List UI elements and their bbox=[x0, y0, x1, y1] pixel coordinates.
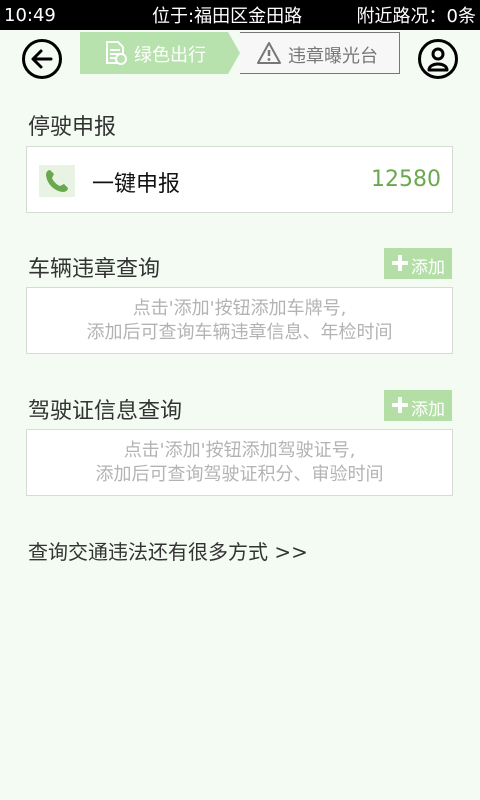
section-title-license: 驾驶证信息查询 bbox=[28, 399, 183, 424]
plus-icon bbox=[392, 255, 408, 271]
add-vehicle-button[interactable]: 添加 bbox=[384, 248, 452, 279]
one-key-report-card[interactable]: 一键申报 12580 bbox=[26, 146, 453, 213]
section-title-vehicle: 车辆违章查询 bbox=[28, 257, 161, 282]
tab-green-travel-label: 绿色出行 bbox=[134, 45, 206, 66]
add-license-button[interactable]: 添加 bbox=[384, 390, 452, 421]
back-button[interactable] bbox=[22, 39, 62, 79]
tab-green-travel[interactable]: 绿色出行 bbox=[80, 32, 240, 74]
status-time: 10:49 bbox=[4, 4, 56, 26]
license-hint-line1: 点击'添加'按钮添加驾驶证号, bbox=[123, 440, 356, 461]
warning-icon bbox=[257, 42, 281, 64]
tab-violation-exposure[interactable]: 违章曝光台 bbox=[240, 32, 400, 74]
section-title-report: 停驶申报 bbox=[28, 115, 117, 140]
one-key-report-label: 一键申报 bbox=[92, 172, 181, 197]
add-vehicle-label: 添加 bbox=[411, 258, 445, 278]
user-profile-button[interactable] bbox=[418, 39, 458, 79]
status-bar: 10:49 位于:福田区金田路 附近路况：0条 bbox=[0, 0, 480, 30]
vehicle-hint-line2: 添加后可查询车辆违章信息、年检时间 bbox=[86, 322, 393, 343]
more-query-methods-link[interactable]: 查询交通违法还有很多方式 >> bbox=[28, 536, 308, 565]
license-hint-line2: 添加后可查询驾驶证积分、审验时间 bbox=[95, 464, 384, 485]
phone-icon bbox=[39, 165, 75, 197]
report-phone-number: 12580 bbox=[371, 167, 441, 192]
tab-violation-exposure-label: 违章曝光台 bbox=[288, 46, 378, 67]
plus-icon bbox=[392, 397, 408, 413]
header-bar: 绿色出行 违章曝光台 bbox=[0, 30, 480, 88]
status-location: 位于:福田区金田路 bbox=[152, 6, 303, 27]
add-license-label: 添加 bbox=[411, 400, 445, 420]
license-hint-box: 点击'添加'按钮添加驾驶证号, 添加后可查询驾驶证积分、审验时间 bbox=[26, 429, 453, 496]
vehicle-hint-box: 点击'添加'按钮添加车牌号, 添加后可查询车辆违章信息、年检时间 bbox=[26, 287, 453, 354]
user-icon bbox=[427, 47, 449, 72]
arrow-left-icon bbox=[31, 49, 53, 69]
document-icon bbox=[106, 41, 127, 65]
vehicle-hint-line1: 点击'添加'按钮添加车牌号, bbox=[132, 298, 347, 319]
status-traffic: 附近路况：0条 bbox=[356, 6, 476, 27]
